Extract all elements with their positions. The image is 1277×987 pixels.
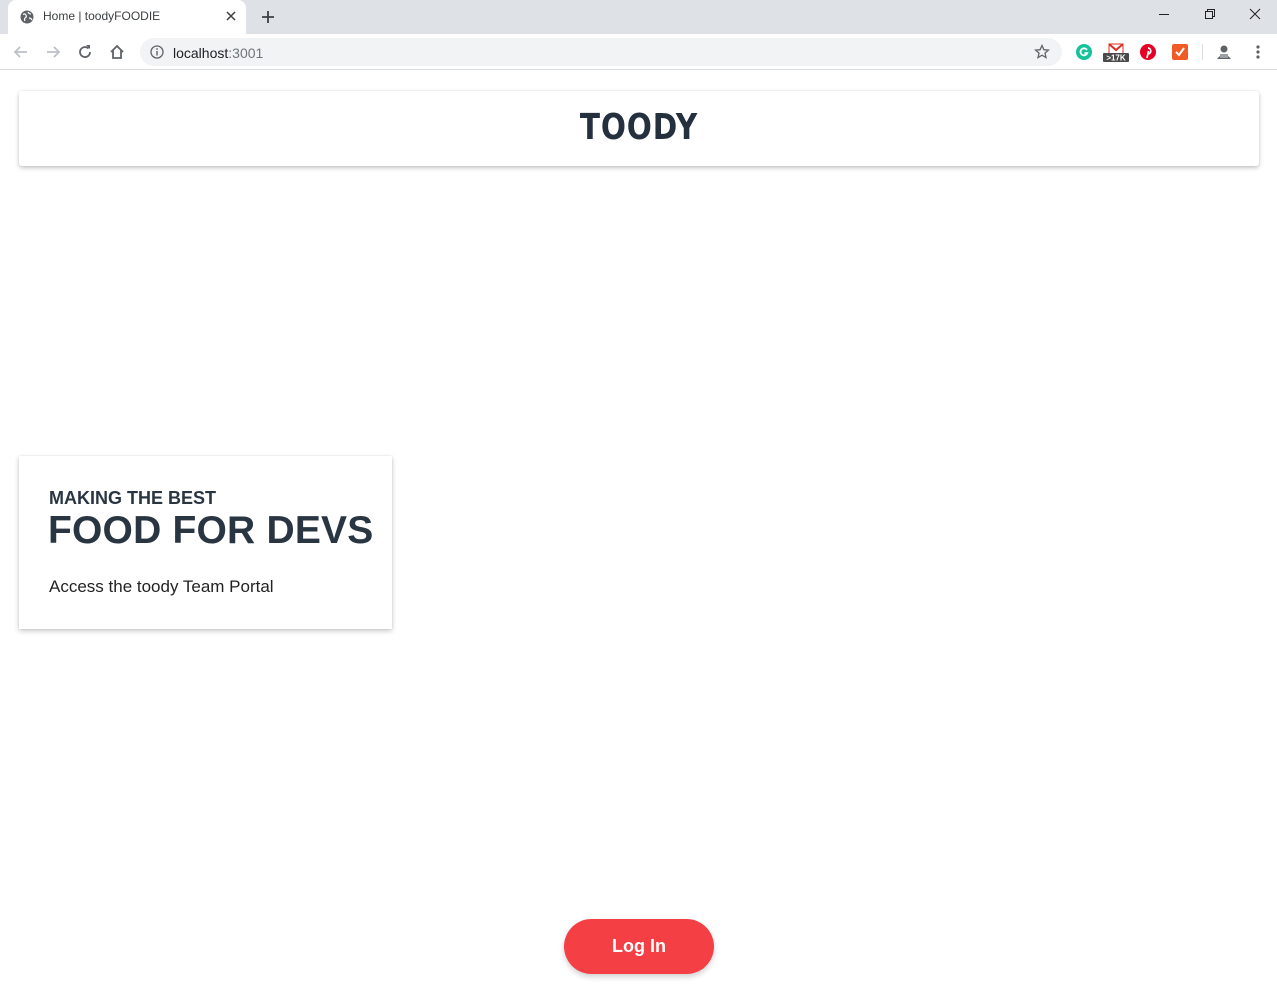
login-button[interactable]: Log In (564, 919, 714, 974)
url-port: :3001 (228, 45, 264, 61)
star-icon[interactable] (1034, 43, 1050, 60)
hero-subtitle: Access the toody Team Portal (49, 577, 274, 596)
restore-icon[interactable] (1187, 0, 1233, 30)
hero-kicker: MAKING THE BEST (49, 488, 217, 508)
tab-title: Home | toodyFOODIE (43, 9, 161, 23)
hero-card: MAKING THE BEST FOOD FOR DEVS Access the… (19, 456, 392, 629)
minimize-icon[interactable] (1141, 0, 1187, 30)
gmail-checker-icon[interactable]: >17K (1102, 43, 1130, 63)
toolbar-divider (1202, 44, 1203, 60)
browser-tab-strip: Home | toodyFOODIE (0, 0, 1277, 34)
info-icon[interactable] (150, 45, 164, 59)
hero-title: FOOD FOR DEVS (48, 509, 374, 552)
url-text[interactable]: localhost:3001 (173, 45, 263, 61)
todoist-icon[interactable] (1171, 43, 1189, 61)
pinterest-icon[interactable] (1139, 43, 1157, 61)
arrow-left-icon[interactable] (11, 42, 31, 62)
page-viewport: TOODY MAKING THE BEST FOOD FOR DEVS Acce… (0, 71, 1277, 987)
home-icon[interactable] (107, 42, 127, 62)
window-close-icon[interactable] (1232, 0, 1277, 30)
grammarly-icon[interactable] (1075, 43, 1093, 61)
gmail-badge: >17K (1106, 54, 1126, 63)
globe-icon (20, 10, 34, 24)
kebab-menu-icon[interactable] (1249, 43, 1267, 61)
close-icon[interactable] (224, 9, 238, 23)
browser-tab-active[interactable]: Home | toodyFOODIE (8, 0, 246, 34)
browser-toolbar: localhost:3001 >17K (0, 34, 1277, 70)
arrow-right-icon[interactable] (43, 42, 63, 62)
profile-avatar-icon[interactable] (1215, 43, 1233, 61)
url-host: localhost (173, 45, 229, 61)
site-logo[interactable]: TOODY (131, 107, 1148, 148)
plus-icon[interactable] (259, 8, 277, 26)
site-header: TOODY (19, 91, 1259, 166)
address-bar[interactable]: localhost:3001 (140, 38, 1062, 66)
reload-icon[interactable] (75, 42, 95, 62)
